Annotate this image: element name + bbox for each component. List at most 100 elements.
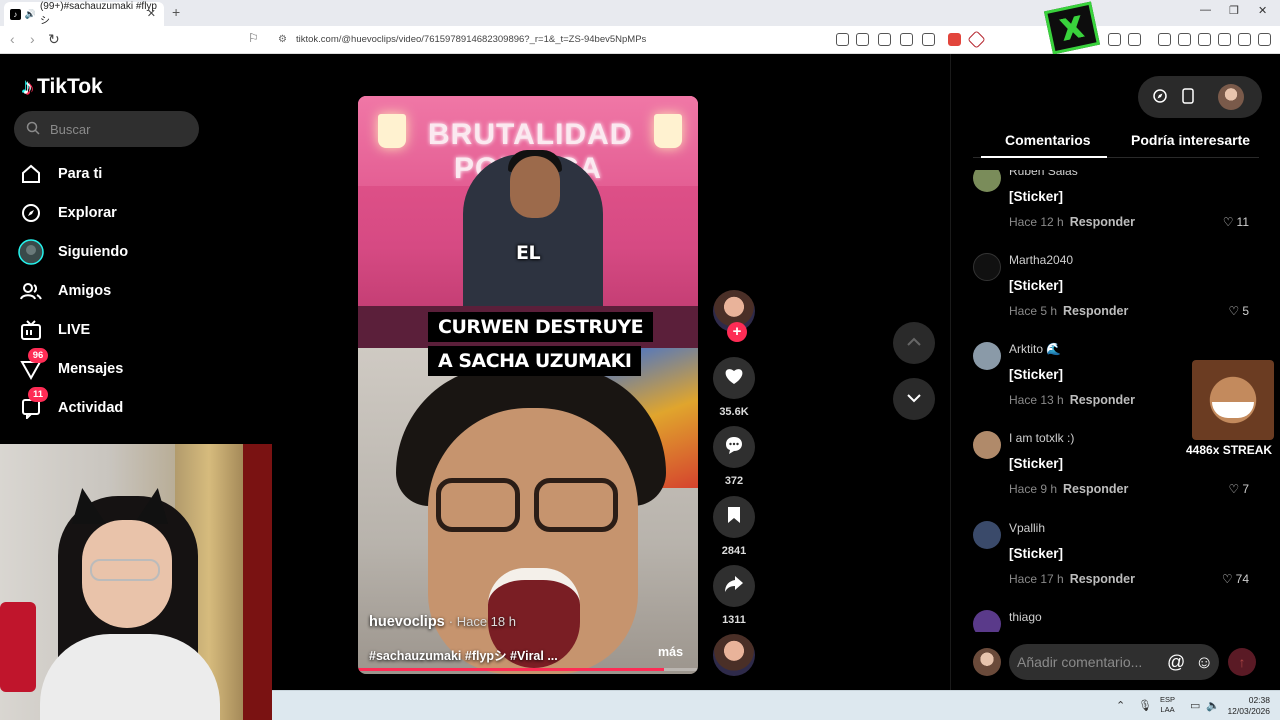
comment-like-button[interactable]: ♡ 11 [1223,215,1249,229]
tab-comentarios[interactable]: Comentarios [981,132,1107,158]
inbox-icon: 96 [18,348,48,382]
translate-icon[interactable] [856,33,869,46]
zoom-icon[interactable] [900,33,913,46]
mention-icon[interactable]: @ [1167,644,1185,680]
comment-item: thiago [973,610,1259,632]
tiktok-logo[interactable]: ♪ TikTok [22,74,103,100]
comment-username[interactable]: thiago [1009,610,1042,624]
reload-icon[interactable]: ↻ [48,31,60,48]
comment-avatar[interactable] [973,610,1001,632]
tray-chevron-icon[interactable]: ⌃ [1116,699,1125,712]
sidebar-item-explorar[interactable]: Explorar [18,198,117,228]
menu-icon[interactable] [1258,33,1271,46]
system-clock[interactable]: 02:38 12/03/2026 [1226,695,1270,717]
comment-time: Hace 17 h [1009,572,1064,586]
sidebar-item-siguiendo[interactable]: Siguiendo [18,237,128,267]
send-comment-button[interactable]: ↑ [1228,648,1256,676]
comment-avatar[interactable] [973,521,1001,549]
forward-icon[interactable]: › [30,31,35,47]
my-avatar [973,648,1001,676]
search-icon [26,121,40,138]
url-field[interactable]: ⚙ tiktok.com/@huevoclips/video/761597891… [270,30,1010,50]
video-caption-line2: A SACHA UZUMAKI [428,346,642,376]
follow-plus-icon[interactable]: + [727,322,747,342]
restore-button[interactable]: ❐ [1229,4,1239,17]
browser-tab[interactable]: ♪ 🔊 (99+)#sachauzumaki #flypシ ✕ [4,1,164,27]
comment-like-button[interactable]: ♡ 7 [1229,482,1249,496]
language-indicator[interactable]: ESP LAA [1160,695,1175,715]
back-icon[interactable]: ‹ [10,31,15,47]
leo-ai-icon[interactable] [1218,33,1231,46]
tab-podria-interesarte[interactable]: Podría interesarte [1131,132,1250,148]
extensions-icon[interactable] [1108,33,1121,46]
reader-icon[interactable] [878,33,891,46]
comment-username[interactable]: Arktito 🌊 [1009,342,1061,356]
video-player[interactable]: BRUTALIDAD POLITICA EL CURWEN DESTRUYE A… [358,96,698,674]
comment-username[interactable]: I am totxlk :) [1009,431,1074,445]
share-button[interactable] [713,565,755,607]
comment-button[interactable] [713,426,755,468]
sidebar-item-live[interactable]: LIVE [18,315,90,345]
comment-like-button[interactable]: ♡ 5 [1229,304,1249,318]
previous-video-button[interactable] [893,322,935,364]
sidebar-item-amigos[interactable]: Amigos [18,276,111,306]
compass-small-icon[interactable] [1152,88,1168,109]
minimize-button[interactable]: — [1200,4,1211,16]
close-window-button[interactable]: ✕ [1258,4,1267,17]
reply-button[interactable]: Responder [1070,572,1135,586]
sidebar-item-actividad[interactable]: 11 Actividad [18,387,123,423]
network-icon[interactable]: ▭ [1190,699,1200,712]
comment-input[interactable]: Añadir comentario... @ ☺ [1009,644,1219,680]
comment-username[interactable]: Ruben Salas [1009,170,1078,178]
reply-button[interactable]: Responder [1070,393,1135,407]
sidebar-item-para-ti[interactable]: Para ti [18,159,102,189]
video-progress-bar[interactable] [358,668,698,671]
music-disc-avatar[interactable] [713,634,755,676]
tab-title: (99+)#sachauzumaki #flypシ [39,1,157,27]
comment-username[interactable]: Martha2040 [1009,253,1073,267]
more-button[interactable]: más [658,645,683,659]
profile-avatar[interactable] [1218,84,1244,110]
site-info-icon[interactable]: ⚙ [278,30,287,50]
comment-time: Hace 13 h [1009,393,1064,407]
sidebar-item-label: LIVE [58,322,91,338]
split-view-icon[interactable] [1178,33,1191,46]
comment-avatar[interactable] [973,431,1001,459]
vpn-icon[interactable] [1238,33,1251,46]
wallet-icon[interactable] [1198,33,1211,46]
sidebar-icon[interactable] [1128,33,1141,46]
video-author[interactable]: huevoclips [369,614,445,630]
comment-like-count: 5 [1242,304,1249,318]
sidebar-item-mensajes[interactable]: 96 Mensajes [18,348,123,384]
brave-shield-icon[interactable] [948,33,961,46]
new-tab-button[interactable]: + [172,4,180,20]
wall-lamp-right [654,114,682,148]
reply-button[interactable]: Responder [1070,215,1135,229]
like-button[interactable] [713,357,755,399]
save-button[interactable] [713,496,755,538]
share-icon[interactable] [922,33,935,46]
next-video-button[interactable] [893,378,935,420]
close-tab-icon[interactable]: ✕ [147,7,156,20]
home-icon [18,161,44,187]
reply-button[interactable]: Responder [1063,304,1128,318]
reply-button[interactable]: Responder [1063,482,1128,496]
music-icon[interactable] [1158,33,1171,46]
comment-like-button[interactable]: ♡ 74 [1222,572,1249,586]
volume-icon[interactable]: 🔈 [1206,699,1220,712]
creator-avatar[interactable]: + [713,290,755,342]
emoji-icon[interactable]: ☺ [1195,644,1213,680]
microphone-icon[interactable]: 🎙 [1138,699,1152,712]
search-input[interactable]: Buscar [14,111,199,147]
comment-avatar[interactable] [973,253,1001,281]
comment-text: [Sticker] [1009,367,1064,382]
tiktok-favicon-icon: ♪ [10,8,21,20]
translate-off-icon[interactable] [836,33,849,46]
device-icon[interactable] [1182,88,1194,109]
comment-avatar[interactable] [973,342,1001,370]
chevron-down-icon [906,390,922,408]
comment-avatar[interactable] [973,170,1001,192]
comment-username[interactable]: Vpallih [1009,521,1045,535]
bookmark-icon[interactable]: ⚐ [248,31,259,45]
video-hashtags[interactable]: #sachauzumaki #flypシ #Viral ... [369,645,558,664]
